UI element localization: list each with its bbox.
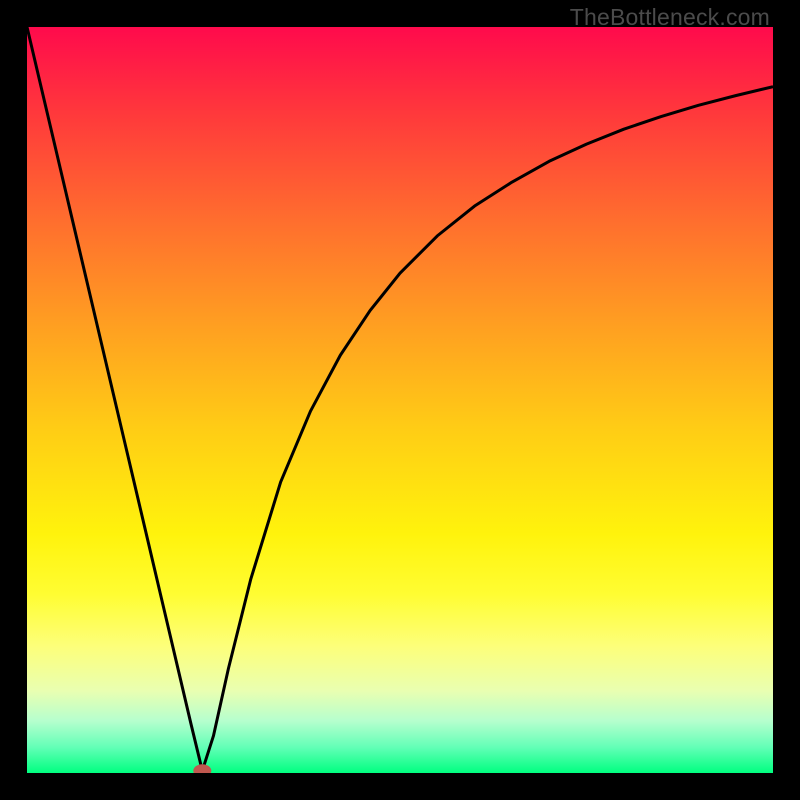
line-chart (27, 27, 773, 773)
optimal-marker (193, 764, 211, 773)
plot-area (27, 27, 773, 773)
bottleneck-curve (27, 27, 773, 771)
chart-frame: TheBottleneck.com (0, 0, 800, 800)
